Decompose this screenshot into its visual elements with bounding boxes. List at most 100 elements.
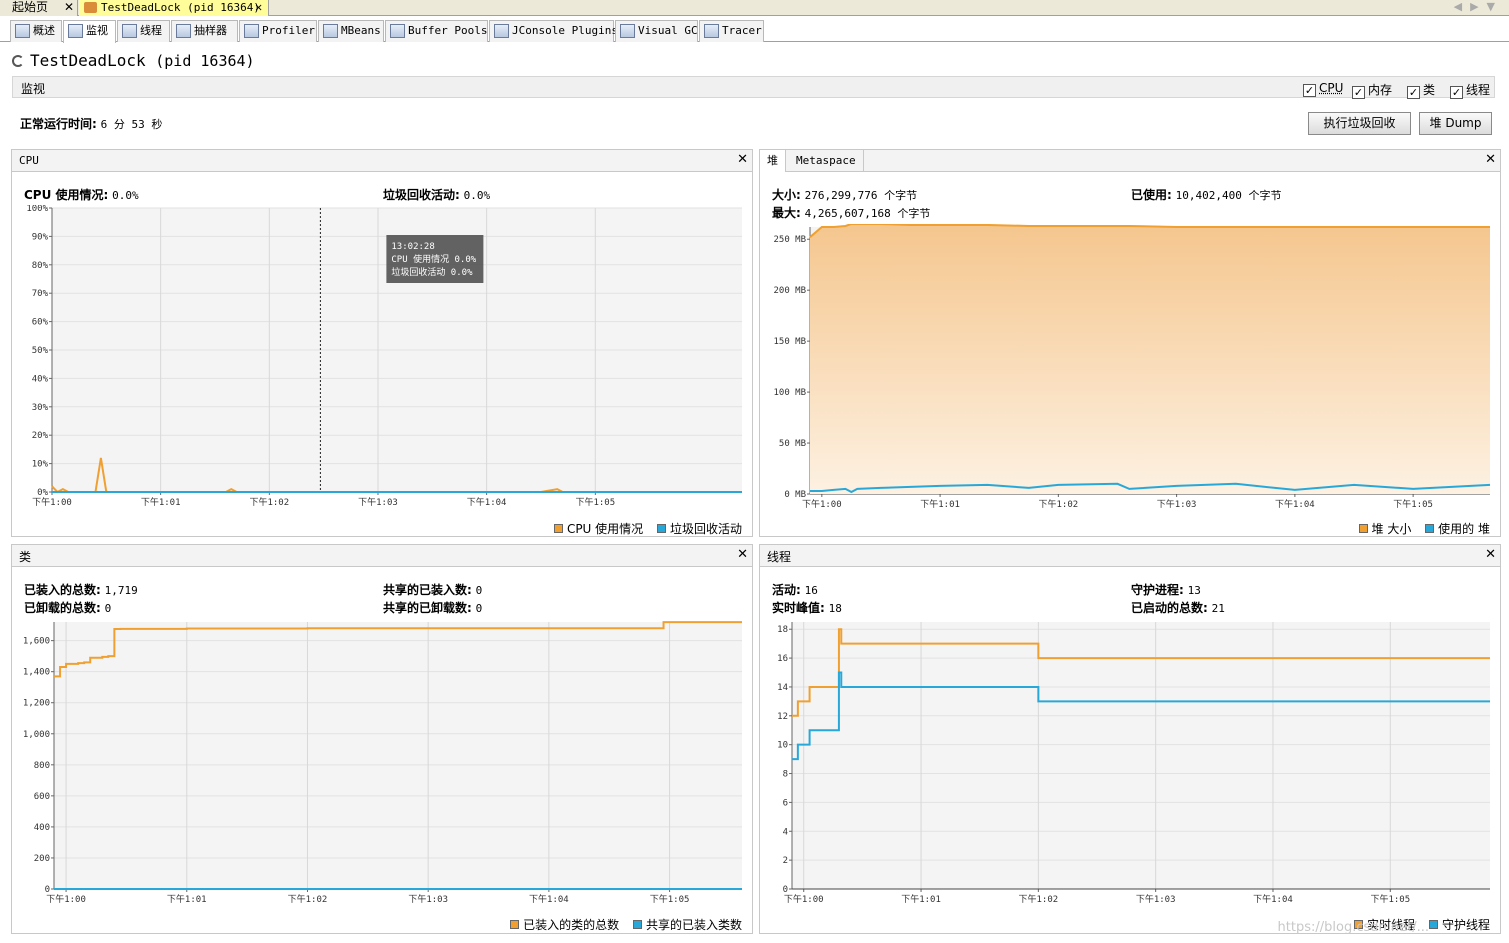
refresh-icon	[12, 55, 24, 67]
app-pid: (pid 16364)	[155, 52, 255, 70]
monitor-section-bar: 监视 ✓ CPU ✓ 内存 ✓ 类 ✓ 线程	[12, 76, 1495, 99]
tracer-icon	[704, 24, 719, 38]
threads-started-stat: 已启动的总数: 21	[1131, 601, 1225, 615]
checkbox-check-icon: ✓	[1303, 84, 1316, 97]
threads-chart[interactable]: 0 2 4 6 8 10 12 14 16 18 下午1:00 下午1:01 下午1:02 下午1:03 下…	[760, 619, 1500, 907]
heap-used-stat: 已使用: 10,402,400 个字节	[1131, 188, 1282, 202]
java-app-icon	[84, 2, 97, 13]
tab-jconsole-plugins[interactable]: JConsole Plugins	[489, 20, 618, 42]
classes-panel: 类 ✕ 已装入的总数: 1,719 已卸载的总数: 0 共享的已装入数: 0 共…	[11, 544, 753, 934]
profiler-icon	[244, 24, 259, 38]
heap-panel: 堆 Metaspace ✕ 大小: 276,299,776 个字节 最大: 4,…	[759, 149, 1501, 537]
legend-swatch	[1425, 524, 1435, 533]
y-tick-label: 800	[34, 761, 50, 771]
heap-size-area	[810, 224, 1490, 494]
heap-dump-button[interactable]: 堆 Dump	[1419, 112, 1492, 135]
y-tick-label: 600	[34, 792, 50, 802]
legend-swatch	[510, 920, 520, 929]
threads-daemon-stat: 守护进程: 13	[1131, 583, 1201, 597]
sampler-icon	[176, 24, 191, 38]
x-tick-label: 下午1:01	[920, 498, 960, 510]
y-tick-label: 10%	[32, 460, 49, 470]
uptime-label: 正常运行时间:	[20, 117, 97, 131]
view-tab-bar: 概述 监视 线程 抽样器 Profiler MBeans Buffer Pool…	[0, 18, 1509, 43]
tab-tracer[interactable]: Tracer	[699, 20, 764, 42]
classes-chart[interactable]: 0 200 400 600 800 1,000 1,200 1,400 1,600 下午1:00 下…	[12, 619, 752, 907]
x-tick-label: 下午1:03	[1157, 498, 1197, 510]
classes-unloaded-stat: 已卸载的总数: 0	[24, 601, 112, 615]
tab-threads[interactable]: 线程	[117, 20, 170, 42]
legend-swatch	[632, 920, 642, 929]
tab-profiler[interactable]: Profiler	[239, 20, 317, 42]
cpu-chart[interactable]: 0% 10% 20% 30% 40% 50% 60% 70% 80% 90% 100% 下午1:00 下…	[12, 205, 752, 510]
close-icon[interactable]: ✕	[255, 0, 262, 15]
y-tick-label: 12	[777, 712, 788, 722]
checkbox-threads[interactable]: ✓ 线程	[1450, 81, 1490, 99]
close-icon[interactable]: ✕	[737, 152, 748, 167]
y-tick-label: 0	[45, 885, 50, 895]
x-tick-label: 下午1:05	[1393, 498, 1433, 510]
tab-sampler[interactable]: 抽样器	[171, 20, 238, 42]
legend-item: 堆 大小	[1358, 522, 1411, 536]
x-tick-label: 下午1:04	[1253, 893, 1293, 905]
checkbox-memory[interactable]: ✓ 内存	[1352, 81, 1392, 99]
tab-metaspace[interactable]: Metaspace	[789, 150, 864, 172]
app-name: TestDeadLock	[30, 51, 146, 70]
x-tick-label: 下午1:02	[1019, 893, 1059, 905]
y-tick-label: 18	[777, 625, 788, 635]
doc-tab-start-page[interactable]: 起始页 ✕	[0, 0, 78, 16]
close-icon[interactable]: ✕	[737, 547, 748, 562]
classes-legend: 已装入的类的总数 共享的已装入类数	[500, 916, 742, 933]
checkbox-check-icon: ✓	[1352, 86, 1365, 99]
panel-header: 堆 Metaspace ✕	[760, 150, 1500, 172]
tab-visual-gc[interactable]: Visual GC	[615, 20, 698, 42]
cpu-legend: CPU 使用情况 垃圾回收活动	[544, 520, 742, 537]
y-tick-label: 10	[777, 741, 788, 751]
close-icon[interactable]: ✕	[1485, 547, 1496, 562]
doc-tab-application[interactable]: TestDeadLock (pid 16364) ✕	[79, 0, 269, 16]
threads-icon	[122, 24, 137, 38]
x-tick-label: 下午1:00	[46, 893, 86, 905]
close-icon[interactable]: ✕	[64, 0, 74, 15]
legend-swatch	[553, 524, 563, 533]
x-tick-label: 下午1:01	[167, 893, 207, 905]
y-tick-label: 8	[783, 770, 788, 780]
heap-size-stat: 大小: 276,299,776 个字节	[772, 188, 918, 202]
heap-chart[interactable]: 0 MB 50 MB 100 MB 150 MB 200 MB 250 MB 下午1:00 下…	[760, 224, 1500, 511]
close-icon[interactable]: ✕	[1485, 152, 1496, 167]
x-tick-label: 下午1:04	[529, 893, 569, 905]
x-tick-label: 下午1:00	[32, 496, 72, 508]
threads-panel: 线程 ✕ 活动: 16 实时峰值: 18 守护进程: 13 已启动的总数: 21…	[759, 544, 1501, 934]
checkbox-classes[interactable]: ✓ 类	[1407, 81, 1435, 99]
x-tick-label: 下午1:05	[650, 893, 690, 905]
y-tick-label: 0 MB	[784, 490, 806, 500]
shared-loaded-stat: 共享的已装入数: 0	[383, 583, 483, 597]
heap-max-stat: 最大: 4,265,607,168 个字节	[772, 206, 931, 220]
cpu-panel: CPU ✕ CPU 使用情况: 0.0% 垃圾回收活动: 0.0% 0% 10% 2…	[11, 149, 753, 537]
tab-buffer-pools[interactable]: Buffer Pools	[385, 20, 488, 42]
y-tick-label: 1,400	[23, 668, 50, 678]
tab-heap[interactable]: 堆	[760, 150, 786, 172]
legend-item: 守护线程	[1428, 918, 1490, 932]
legend-swatch	[1428, 920, 1438, 929]
y-tick-label: 70%	[32, 289, 49, 299]
perform-gc-button[interactable]: 执行垃圾回收	[1308, 112, 1411, 135]
y-tick-label: 30%	[32, 403, 49, 413]
y-tick-label: 1,600	[23, 637, 50, 647]
legend-item: 垃圾回收活动	[656, 522, 742, 536]
jconsole-icon	[494, 24, 509, 38]
checkbox-cpu[interactable]: ✓ CPU	[1303, 81, 1343, 97]
y-tick-label: 1,200	[23, 699, 50, 709]
tab-mbeans[interactable]: MBeans	[318, 20, 384, 42]
panel-header: 线程 ✕	[760, 545, 1500, 567]
doc-tab-label: TestDeadLock (pid 16364)	[101, 1, 260, 14]
y-tick-label: 1,000	[23, 730, 50, 740]
x-tick-label: 下午1:03	[408, 893, 448, 905]
classes-loaded-stat: 已装入的总数: 1,719	[24, 583, 138, 597]
tab-monitor[interactable]: 监视	[63, 20, 116, 43]
tab-scroll-arrows-icon[interactable]: ◀▶▼	[1454, 0, 1503, 13]
tab-overview[interactable]: 概述	[10, 20, 62, 42]
y-tick-label: 16	[777, 654, 788, 664]
legend-swatch	[1358, 524, 1368, 533]
x-tick-label: 下午1:04	[1275, 498, 1315, 510]
